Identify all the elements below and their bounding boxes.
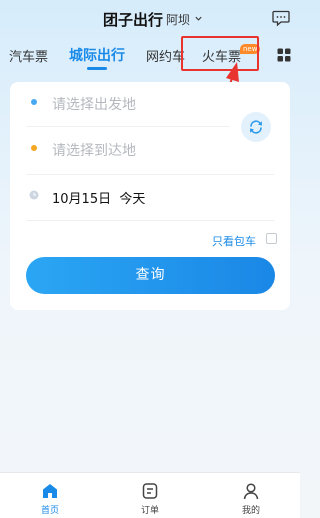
day-text: 今天	[119, 192, 146, 207]
chevron-down-icon[interactable]	[194, 14, 203, 23]
nav-profile-label: 我的	[241, 506, 260, 516]
nav-home[interactable]: 首页	[20, 473, 80, 518]
app-header: 团子出行 阿坝	[0, 0, 300, 38]
city-selector[interactable]: 阿坝	[166, 11, 190, 28]
to-field[interactable]: 请选择到达地	[10, 128, 290, 172]
divider	[26, 126, 230, 127]
only-charter-label[interactable]: 只看包车	[212, 233, 256, 249]
grid-icon[interactable]	[277, 48, 291, 62]
home-icon	[43, 484, 57, 498]
date-text: 10月15日	[52, 192, 112, 207]
divider	[26, 174, 274, 175]
tab-intercity[interactable]: 城际出行	[69, 45, 125, 65]
nav-profile[interactable]: 我的	[221, 473, 281, 518]
nav-orders-label: 订单	[140, 506, 159, 516]
date-value: 10月15日 今天	[52, 188, 145, 207]
date-field[interactable]: 10月15日 今天	[10, 176, 290, 220]
app-title: 团子出行	[103, 11, 164, 29]
clock-icon	[29, 190, 39, 200]
tab-ride-hailing[interactable]: 网约车	[146, 46, 185, 65]
only-charter-checkbox[interactable]	[266, 233, 277, 244]
from-dot-icon	[31, 99, 37, 105]
to-dot-icon	[31, 145, 37, 151]
bottom-nav: 首页 订单 我的	[0, 472, 300, 518]
annotation-highlight-box	[181, 36, 259, 71]
divider	[26, 220, 274, 221]
to-placeholder: 请选择到达地	[52, 143, 136, 159]
booking-card: 请选择出发地 请选择到达地 10月15日 今天 只看包车 查询	[10, 82, 290, 310]
from-placeholder: 请选择出发地	[52, 97, 136, 113]
search-button[interactable]: 查询	[26, 257, 275, 294]
tab-bus-ticket[interactable]: 汽车票	[9, 46, 48, 65]
nav-home-label: 首页	[40, 506, 59, 516]
message-icon[interactable]	[272, 10, 290, 27]
active-tab-indicator	[87, 67, 107, 70]
profile-icon	[243, 483, 259, 500]
nav-orders[interactable]: 订单	[120, 473, 180, 518]
order-icon	[142, 483, 158, 499]
